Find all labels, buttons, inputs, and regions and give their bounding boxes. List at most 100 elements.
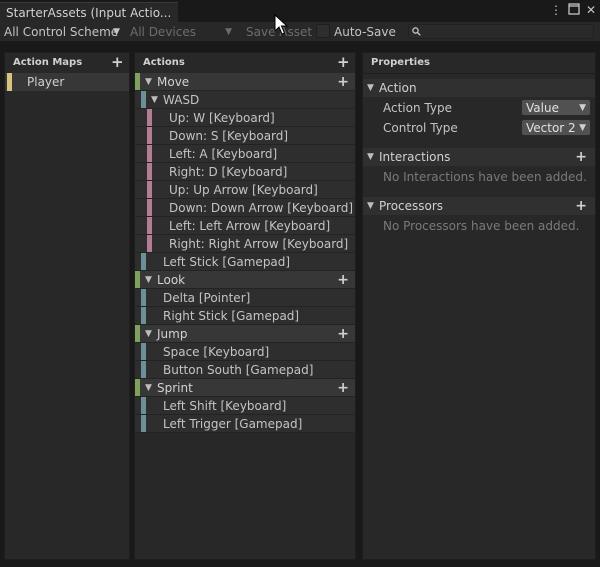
close-icon[interactable]: ✕ [584, 3, 598, 17]
add-processor-button[interactable]: + [575, 198, 587, 214]
interactions-section-label: Interactions [379, 150, 451, 164]
properties-panel: Properties ▼ Action Action Type Value ▼ … [362, 52, 596, 560]
actions-panel: Actions + ▼ Move + ▼ WASD Up: W [Keyboard] Dow… [134, 52, 356, 560]
binding-row[interactable]: Down: S [Keyboard] [135, 127, 355, 145]
type-color-bar [147, 127, 152, 144]
binding-row[interactable]: Up: W [Keyboard] [135, 109, 355, 127]
binding-row[interactable]: Left: A [Keyboard] [135, 145, 355, 163]
type-color-bar [147, 181, 152, 198]
action-row[interactable]: ▼ Jump + [135, 325, 355, 343]
binding-row[interactable]: Right Stick [Gamepad] [135, 307, 355, 325]
processors-empty-message: No Processors have been added. [383, 219, 580, 233]
chevron-down-icon: ▼ [225, 27, 232, 37]
binding-row[interactable]: Down: Down Arrow [Keyboard] [135, 199, 355, 217]
row-label: Button South [Gamepad] [163, 363, 314, 377]
chevron-down-icon: ▼ [579, 123, 586, 133]
window-tab[interactable]: StarterAssets (Input Actio... [0, 2, 178, 22]
binding-row[interactable]: Up: Up Arrow [Keyboard] [135, 181, 355, 199]
interactions-empty-message: No Interactions have been added. [383, 170, 587, 184]
type-color-bar [135, 325, 140, 342]
kebab-menu-icon[interactable]: ⋮ [549, 3, 563, 17]
row-label: Up: Up Arrow [Keyboard] [169, 183, 318, 197]
type-color-bar [135, 271, 140, 288]
binding-row[interactable]: Right: D [Keyboard] [135, 163, 355, 181]
row-label: Left Shift [Keyboard] [163, 399, 287, 413]
chevron-down-icon[interactable]: ▼ [145, 73, 152, 90]
action-map-color-bar [7, 73, 12, 91]
row-label: Left: Left Arrow [Keyboard] [169, 219, 331, 233]
devices-dropdown[interactable]: All Devices ▼ [126, 22, 236, 42]
add-binding-button[interactable]: + [337, 272, 349, 288]
type-color-bar [141, 343, 146, 360]
add-action-map-button[interactable]: + [111, 55, 124, 70]
type-color-bar [147, 235, 152, 252]
composite-binding-row[interactable]: ▼ WASD [135, 91, 355, 109]
binding-row[interactable]: Left Stick [Gamepad] [135, 253, 355, 271]
chevron-down-icon: ▼ [367, 201, 374, 211]
add-binding-button[interactable]: + [337, 380, 349, 396]
row-label: Down: S [Keyboard] [169, 129, 289, 143]
row-label: Up: W [Keyboard] [169, 111, 275, 125]
maximize-icon[interactable] [567, 3, 581, 17]
type-color-bar [141, 361, 146, 378]
processors-section-label: Processors [379, 199, 444, 213]
search-input[interactable] [408, 24, 594, 39]
devices-label: All Devices [130, 25, 196, 39]
row-label: WASD [163, 93, 200, 107]
binding-row[interactable]: Delta [Pointer] [135, 289, 355, 307]
control-type-dropdown[interactable]: Vector 2 ▼ [521, 119, 591, 136]
row-label: Right Stick [Gamepad] [163, 309, 300, 323]
action-row[interactable]: ▼ Look + [135, 271, 355, 289]
processors-section-header[interactable]: ▼ Processors + [363, 197, 595, 215]
row-label: Right: Right Arrow [Keyboard] [169, 237, 349, 251]
action-row[interactable]: ▼ Sprint + [135, 379, 355, 397]
action-map-item-player[interactable]: Player [5, 73, 129, 91]
binding-row[interactable]: Button South [Gamepad] [135, 361, 355, 379]
binding-row[interactable]: Left Shift [Keyboard] [135, 397, 355, 415]
chevron-down-icon[interactable]: ▼ [145, 271, 152, 288]
add-binding-button[interactable]: + [337, 326, 349, 342]
actions-header: Actions [135, 53, 355, 74]
binding-row[interactable]: Right: Right Arrow [Keyboard] [135, 235, 355, 253]
auto-save-checkbox[interactable] [316, 24, 330, 38]
action-type-value: Value [526, 101, 559, 115]
properties-header: Properties [363, 53, 595, 74]
type-color-bar [141, 307, 146, 324]
action-type-dropdown[interactable]: Value ▼ [521, 99, 591, 116]
binding-row[interactable]: Space [Keyboard] [135, 343, 355, 361]
chevron-down-icon[interactable]: ▼ [145, 325, 152, 342]
chevron-down-icon[interactable]: ▼ [145, 379, 152, 396]
row-label: Delta [Pointer] [163, 291, 251, 305]
binding-row[interactable]: Left Trigger [Gamepad] [135, 415, 355, 433]
add-interaction-button[interactable]: + [575, 149, 587, 165]
row-label: Right: D [Keyboard] [169, 165, 288, 179]
type-color-bar [135, 379, 140, 396]
chevron-down-icon: ▼ [113, 27, 120, 37]
row-label: Jump [157, 327, 188, 341]
action-section-header[interactable]: ▼ Action [363, 79, 595, 97]
row-label: Sprint [157, 381, 193, 395]
binding-row[interactable]: Left: Left Arrow [Keyboard] [135, 217, 355, 235]
toolbar: All Control Scheme ▼ All Devices ▼ Save … [0, 22, 600, 42]
control-type-label: Control Type [383, 121, 458, 135]
chevron-down-icon: ▼ [367, 152, 374, 162]
action-map-label: Player [27, 75, 65, 89]
row-label: Down: Down Arrow [Keyboard] [169, 201, 354, 215]
action-row[interactable]: ▼ Move + [135, 73, 355, 91]
search-icon [412, 27, 422, 37]
type-color-bar [141, 415, 146, 432]
action-maps-panel: Action Maps + Player [4, 52, 130, 560]
type-color-bar [141, 253, 146, 270]
control-scheme-dropdown[interactable]: All Control Scheme ▼ [0, 22, 124, 42]
type-color-bar [147, 217, 152, 234]
chevron-down-icon: ▼ [367, 83, 374, 93]
type-color-bar [147, 109, 152, 126]
add-binding-button[interactable]: + [337, 74, 349, 90]
control-type-value: Vector 2 [526, 121, 576, 135]
chevron-down-icon[interactable]: ▼ [151, 91, 158, 108]
row-label: Space [Keyboard] [163, 345, 270, 359]
action-section-label: Action [379, 81, 417, 95]
add-action-button[interactable]: + [337, 55, 350, 70]
row-label: Left Stick [Gamepad] [163, 255, 291, 269]
interactions-section-header[interactable]: ▼ Interactions + [363, 148, 595, 166]
